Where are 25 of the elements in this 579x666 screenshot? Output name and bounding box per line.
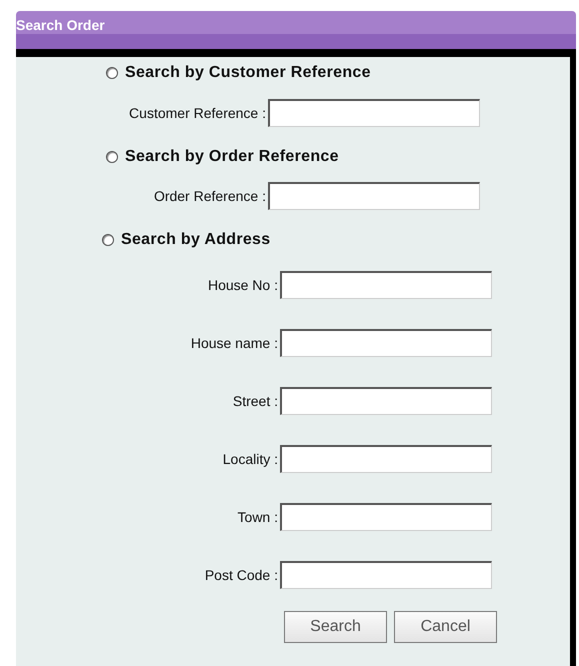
field-label: Order Reference :: [154, 188, 266, 204]
cancel-button[interactable]: Cancel: [394, 611, 497, 643]
radio-label[interactable]: Search by Order Reference: [125, 145, 339, 169]
field-label: House No :: [208, 276, 278, 292]
window-title: Search Order: [16, 17, 105, 33]
input-field[interactable]: [280, 329, 492, 357]
input-field[interactable]: [268, 182, 480, 210]
radio-button[interactable]: [106, 151, 118, 163]
field-label: Locality :: [222, 450, 278, 466]
radio-label[interactable]: Search by Address: [121, 228, 270, 252]
search-button[interactable]: Search: [284, 611, 387, 643]
radio-label[interactable]: Search by Customer Reference: [125, 61, 371, 85]
input-field[interactable]: [280, 445, 492, 473]
field-label: Post Code :: [204, 566, 278, 582]
field-label: Street :: [232, 392, 278, 408]
input-field[interactable]: [280, 387, 492, 415]
input-field[interactable]: [268, 99, 480, 127]
radio-button[interactable]: [106, 67, 118, 79]
field-label: House name :: [190, 334, 278, 350]
input-field[interactable]: [280, 561, 492, 589]
radio-button[interactable]: [102, 234, 114, 246]
input-field[interactable]: [280, 503, 492, 531]
input-field[interactable]: [280, 271, 492, 299]
field-label: Town :: [238, 508, 278, 524]
field-label: Customer Reference :: [129, 104, 266, 120]
